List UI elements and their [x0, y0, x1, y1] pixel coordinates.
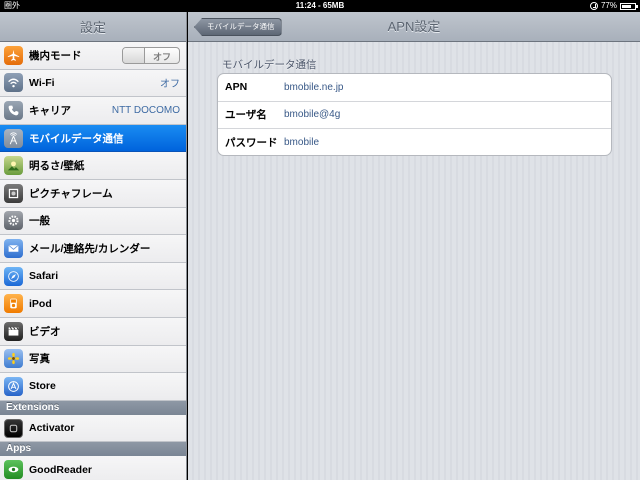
password-field-row[interactable]: パスワード bmobile	[218, 129, 611, 155]
apn-fields-group: APN bmobile.ne.jp ユーザ名 bmobile@4g パスワード …	[217, 73, 612, 156]
sidebar-item-label: メール/連絡先/カレンダー	[29, 242, 151, 255]
sidebar-item-label: 写真	[29, 353, 50, 366]
sidebar-item-label: モバイルデータ通信	[29, 132, 124, 145]
sidebar-item-wifi[interactable]: Wi-Fi オフ	[0, 69, 186, 98]
rotation-lock-icon	[589, 2, 598, 10]
sidebar-item-video[interactable]: ビデオ	[0, 317, 186, 346]
apn-field-row[interactable]: APN bmobile.ne.jp	[218, 74, 611, 102]
wifi-icon	[4, 73, 23, 93]
sidebar-item-safari[interactable]: Safari	[0, 262, 186, 291]
group-title: モバイルデータ通信	[222, 59, 317, 71]
page-title: APN設定	[387, 19, 441, 34]
section-header-apps: Apps	[0, 442, 186, 457]
sidebar-item-picture-frame[interactable]: ピクチャフレーム	[0, 179, 186, 208]
sidebar-item-photos[interactable]: 写真	[0, 345, 186, 374]
brightness-icon	[4, 156, 23, 176]
sidebar-item-store[interactable]: Store	[0, 373, 186, 401]
sidebar-item-label: 機内モード	[29, 49, 82, 62]
sidebar-item-label: Activator	[29, 422, 75, 435]
sidebar-item-label: 一般	[29, 215, 50, 228]
sidebar-item-label: Safari	[29, 270, 59, 283]
sidebar-item-cellular-data[interactable]: モバイルデータ通信	[0, 124, 186, 153]
section-header-extensions: Extensions	[0, 400, 186, 415]
sidebar-item-airplane-mode: 機内モード オフ	[0, 42, 186, 70]
sidebar-title: 設定	[79, 20, 106, 35]
apn-input[interactable]: bmobile.ne.jp	[284, 82, 343, 93]
toggle-label: オフ	[152, 52, 171, 62]
field-label: ユーザ名	[225, 109, 267, 122]
username-field-row[interactable]: ユーザ名 bmobile@4g	[218, 102, 611, 130]
mail-icon	[4, 238, 23, 258]
sidebar-item-brightness[interactable]: 明るさ/壁紙	[0, 152, 186, 180]
sidebar-item-activator[interactable]: Activator	[0, 414, 186, 443]
sidebar-item-ipod[interactable]: iPod	[0, 290, 186, 318]
field-label: パスワード	[225, 137, 278, 150]
sidebar-item-label: Store	[29, 380, 56, 393]
sidebar-item-label: キャリア	[29, 104, 71, 117]
picture-frame-icon	[4, 183, 23, 203]
settings-sidebar: 設定 機内モード オフ Wi-Fi オフ キャリア NTT DOCOMO モバイ…	[0, 12, 187, 480]
sidebar-item-label: 明るさ/壁紙	[29, 160, 85, 173]
gear-icon	[4, 211, 23, 231]
sidebar-item-value: NTT DOCOMO	[111, 104, 180, 116]
sidebar-item-label: ピクチャフレーム	[29, 187, 113, 200]
sidebar-item-label: GoodReader	[29, 463, 93, 476]
safari-icon	[4, 266, 23, 286]
status-right: 77%	[589, 0, 638, 12]
sidebar-item-label: Wi-Fi	[29, 76, 55, 89]
cellular-icon	[4, 128, 23, 148]
battery-percent: 77%	[600, 1, 617, 10]
airplane-icon	[4, 45, 23, 65]
sidebar-item-general[interactable]: 一般	[0, 207, 186, 236]
store-icon	[4, 376, 23, 396]
goodreader-icon	[4, 460, 23, 480]
sidebar-item-goodreader[interactable]: GoodReader	[0, 456, 186, 480]
phone-icon	[4, 100, 23, 120]
field-label: APN	[225, 81, 248, 94]
airplane-mode-toggle[interactable]: オフ	[122, 47, 180, 64]
battery-fill	[622, 4, 631, 8]
sidebar-navbar: 設定	[0, 12, 186, 42]
status-time: 11:24 - 65MB	[295, 1, 345, 10]
status-bar: 圏外 11:24 - 65MB 77%	[0, 0, 640, 12]
sidebar-item-value: オフ	[160, 79, 180, 91]
sidebar-item-label: ビデオ	[29, 325, 61, 338]
password-input[interactable]: bmobile	[284, 137, 319, 148]
battery-icon	[620, 2, 638, 10]
ipod-icon	[4, 294, 23, 314]
sidebar-item-label: iPod	[29, 297, 52, 310]
sidebar-item-carrier[interactable]: キャリア NTT DOCOMO	[0, 97, 186, 125]
apn-settings-pane: モバイルデータ通信 APN設定 モバイルデータ通信 APN bmobile.ne…	[188, 12, 640, 480]
toggle-knob	[123, 48, 145, 63]
sidebar-item-mail[interactable]: メール/連絡先/カレンダー	[0, 235, 186, 263]
video-icon	[4, 321, 23, 341]
main-navbar: モバイルデータ通信 APN設定	[188, 12, 640, 42]
photos-icon	[4, 349, 23, 369]
username-input[interactable]: bmobile@4g	[284, 109, 340, 120]
activator-icon	[4, 418, 23, 438]
